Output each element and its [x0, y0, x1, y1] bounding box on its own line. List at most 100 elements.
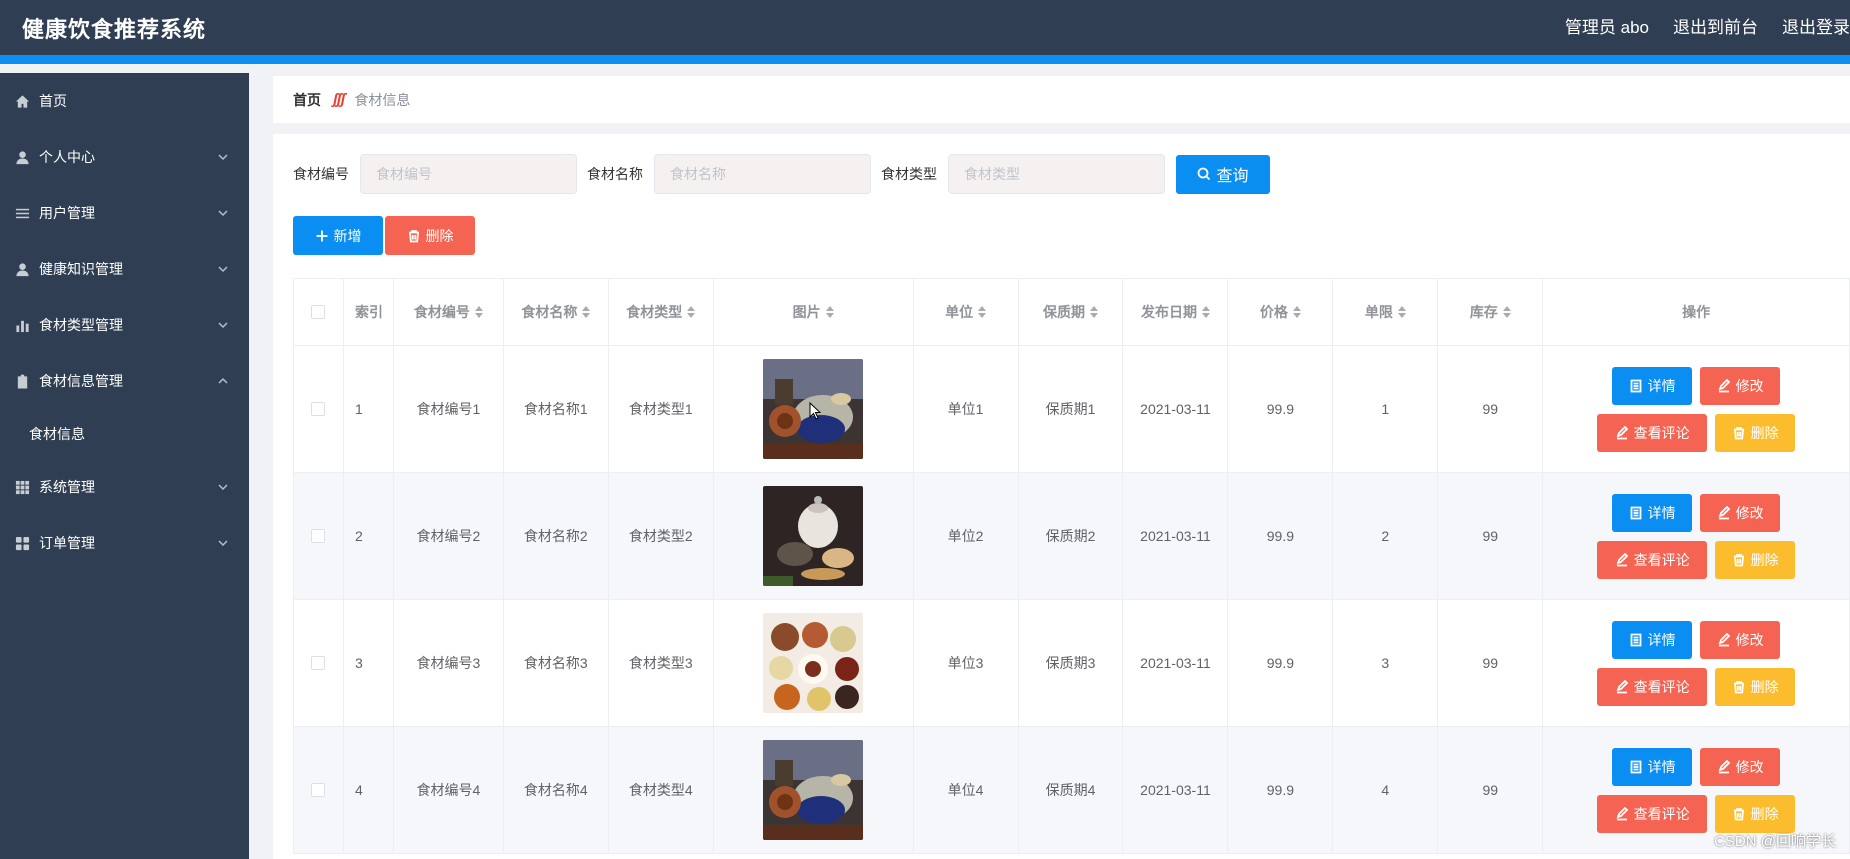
cell-index: 4: [343, 727, 394, 854]
detail-button[interactable]: 详情: [1612, 366, 1693, 405]
edit-icon: [1718, 505, 1730, 519]
edit-button[interactable]: 修改: [1700, 366, 1781, 405]
sort-icon[interactable]: [1292, 306, 1301, 318]
sidebar-subitem-food-info[interactable]: 食材信息: [0, 409, 249, 459]
header-food-type[interactable]: 食材类型: [608, 279, 714, 346]
sidebar-item-order-management[interactable]: 订单管理: [0, 515, 249, 571]
detail-button-label: 详情: [1647, 377, 1676, 394]
food-name-input[interactable]: [654, 154, 871, 194]
sort-icon[interactable]: [687, 306, 696, 318]
user-icon: [14, 149, 30, 165]
detail-button[interactable]: 详情: [1612, 747, 1693, 786]
delete-button[interactable]: 删除: [1715, 667, 1796, 706]
food-type-label: 食材类型: [881, 166, 937, 182]
header-stock[interactable]: 库存: [1438, 279, 1544, 346]
sidebar-item-food-type-management[interactable]: 食材类型管理: [0, 297, 249, 353]
food-type-input[interactable]: [948, 154, 1165, 194]
cell-limit: 1: [1333, 346, 1439, 473]
food-info-table: 索引 食材编号 食材名称 食材类型 图片 单位 保质期 发布日期 价格 单限 库…: [293, 278, 1850, 854]
app-title: 健康饮食推荐系统: [22, 17, 207, 42]
breadcrumb: 首页 ʃʃʃ 食材信息: [273, 76, 1850, 123]
sidebar-item-home[interactable]: 首页: [0, 73, 249, 129]
sort-icon[interactable]: [1502, 306, 1511, 318]
breadcrumb-home[interactable]: 首页: [293, 90, 321, 110]
header-label: 单位: [945, 304, 974, 320]
food-code-input[interactable]: [360, 154, 577, 194]
cell-food-name: 食材名称3: [503, 600, 609, 727]
cell-stock: 99: [1438, 727, 1544, 854]
sort-icon[interactable]: [1397, 306, 1406, 318]
document-icon: [1630, 760, 1642, 773]
exit-to-front-link[interactable]: 退出到前台: [1673, 13, 1758, 38]
delete-button-label: 删除: [1750, 678, 1779, 695]
add-button[interactable]: 新增: [293, 216, 383, 255]
view-reviews-button[interactable]: 查看评论: [1597, 540, 1708, 579]
logout-link[interactable]: 退出登录: [1782, 13, 1850, 38]
cell-publish-date: 2021-03-11: [1123, 346, 1229, 473]
user-icon: [14, 261, 30, 277]
delete-button[interactable]: 删除: [1715, 540, 1796, 579]
document-icon: [1630, 506, 1642, 519]
delete-button-label: 删除: [1750, 805, 1779, 822]
sort-icon[interactable]: [978, 306, 987, 318]
header-label: 图片: [792, 304, 821, 320]
select-all-checkbox[interactable]: [311, 305, 326, 319]
main-panel: 食材编号 食材名称 食材类型 查询 新增 删除 索引 食材编号 食材名称 食材类…: [273, 134, 1850, 859]
chevron-down-icon: [217, 480, 229, 492]
row-checkbox[interactable]: [311, 529, 326, 543]
plus-icon: [316, 230, 327, 241]
detail-button[interactable]: 详情: [1612, 493, 1693, 532]
header-food-code[interactable]: 食材编号: [393, 279, 504, 346]
row-checkbox[interactable]: [311, 656, 326, 670]
edit-button[interactable]: 修改: [1700, 620, 1781, 659]
edit-button[interactable]: 修改: [1700, 747, 1781, 786]
cell-food-code: 食材编号1: [393, 346, 504, 473]
query-button[interactable]: 查询: [1176, 154, 1270, 194]
edit-button-label: 修改: [1735, 377, 1764, 394]
header-shelf-life[interactable]: 保质期: [1018, 279, 1124, 346]
sort-icon[interactable]: [582, 306, 591, 318]
header-image[interactable]: 图片: [713, 279, 914, 346]
sort-icon[interactable]: [825, 306, 834, 318]
grid-icon: [14, 479, 30, 495]
batch-delete-button[interactable]: 删除: [385, 216, 475, 255]
view-reviews-button[interactable]: 查看评论: [1597, 413, 1708, 452]
sort-icon[interactable]: [474, 306, 483, 318]
row-checkbox[interactable]: [311, 402, 326, 416]
row-checkbox[interactable]: [311, 783, 326, 797]
top-bar: 健康饮食推荐系统 管理员 abo 退出到前台 退出登录: [0, 0, 1850, 64]
header-price[interactable]: 价格: [1228, 279, 1334, 346]
detail-button[interactable]: 详情: [1612, 620, 1693, 659]
clipboard-icon: [14, 373, 30, 389]
table-row: 1 食材编号1 食材名称1 食材类型1 单位1 保质期1 2021-03-11 …: [294, 346, 1850, 473]
sidebar-item-user-management[interactable]: 用户管理: [0, 185, 249, 241]
cell-unit: 单位3: [913, 600, 1019, 727]
header-food-name[interactable]: 食材名称: [503, 279, 609, 346]
header-index: 索引: [343, 279, 394, 346]
header-limit[interactable]: 单限: [1333, 279, 1439, 346]
cell-publish-date: 2021-03-11: [1123, 473, 1229, 600]
sidebar-item-personal-center[interactable]: 个人中心: [0, 129, 249, 185]
sidebar-item-system-management[interactable]: 系统管理: [0, 459, 249, 515]
sidebar-item-food-info-management[interactable]: 食材信息管理: [0, 353, 249, 409]
view-reviews-button[interactable]: 查看评论: [1597, 794, 1708, 833]
food-photo: [763, 740, 863, 840]
cell-food-code: 食材编号3: [393, 600, 504, 727]
delete-button[interactable]: 删除: [1715, 794, 1796, 833]
sidebar-item-label: 个人中心: [39, 149, 95, 165]
header-label: 单限: [1364, 304, 1393, 320]
header-publish-date[interactable]: 发布日期: [1123, 279, 1229, 346]
delete-button[interactable]: 删除: [1715, 413, 1796, 452]
header-unit[interactable]: 单位: [913, 279, 1019, 346]
list-icon: [14, 205, 30, 221]
cell-food-code: 食材编号4: [393, 727, 504, 854]
edit-button[interactable]: 修改: [1700, 493, 1781, 532]
sidebar-item-health-knowledge[interactable]: 健康知识管理: [0, 241, 249, 297]
sort-icon[interactable]: [1201, 306, 1210, 318]
bar-chart-icon: [14, 317, 30, 333]
sidebar-item-label: 订单管理: [39, 535, 95, 551]
sort-icon[interactable]: [1090, 306, 1099, 318]
watermark: CSDN @回响学长: [1714, 833, 1836, 850]
view-reviews-button[interactable]: 查看评论: [1597, 667, 1708, 706]
food-photo: [763, 613, 863, 713]
